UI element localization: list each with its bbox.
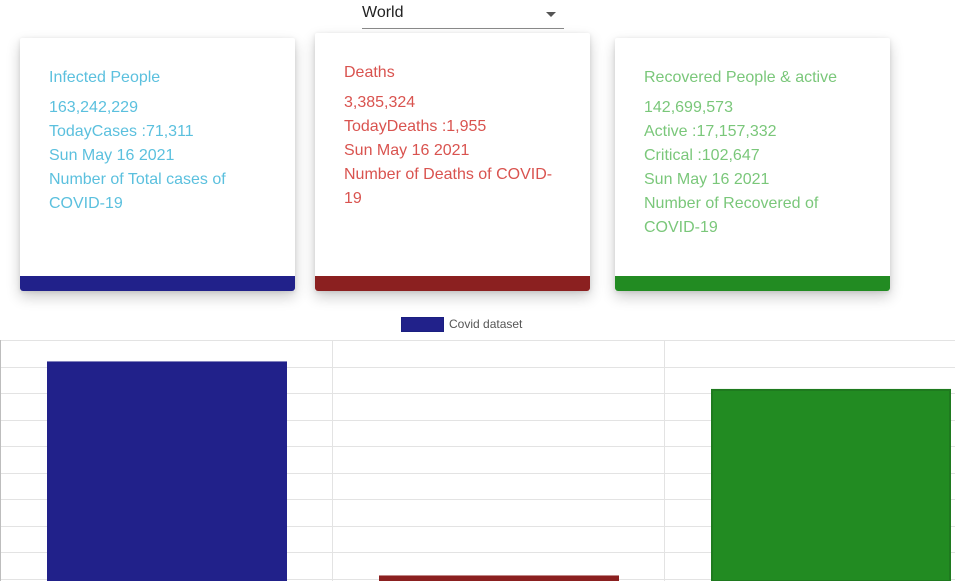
recovered-title: Recovered People & active [644,69,837,86]
deaths-card: Deaths 3,385,324 TodayDeaths :1,955 Sun … [315,33,590,291]
deaths-title: Deaths [344,64,395,81]
recovered-critical: Critical :102,647 [644,147,760,164]
infected-date: Sun May 16 2021 [49,147,175,164]
deaths-color-bar [315,276,590,291]
infected-desc-line2: COVID-19 [49,195,123,212]
infected-title: Infected People [49,69,161,86]
recovered-desc-line2: COVID-19 [644,219,718,236]
chevron-down-icon[interactable] [546,12,556,17]
infected-desc-line1: Number of Total cases of [49,171,226,188]
recovered-active: Active :17,157,332 [644,123,777,140]
recovered-card: Recovered People & active 142,699,573 Ac… [615,38,890,291]
deaths-today: TodayDeaths :1,955 [344,118,487,135]
chart-bar-3[interactable] [711,388,951,581]
infected-today: TodayCases :71,311 [49,123,194,140]
recovered-desc-line1: Number of Recovered of [644,195,819,212]
deaths-date: Sun May 16 2021 [344,142,470,159]
country-select-value: World [362,4,404,21]
legend-swatch [401,317,444,332]
infected-color-bar [20,276,295,291]
chart-bar-2[interactable] [379,575,619,581]
infected-total: 163,242,229 [49,99,138,116]
covid-bar-chart [0,340,955,581]
recovered-color-bar [615,276,890,291]
country-select[interactable]: World [362,0,564,29]
chart-bar-1[interactable] [47,361,287,581]
legend-label: Covid dataset [449,317,523,331]
recovered-date: Sun May 16 2021 [644,171,770,188]
infected-card: Infected People 163,242,229 TodayCases :… [20,38,295,291]
deaths-total: 3,385,324 [344,94,416,111]
recovered-total: 142,699,573 [644,99,733,116]
deaths-desc-line2: 19 [344,190,362,207]
deaths-desc-line1: Number of Deaths of COVID- [344,166,553,183]
